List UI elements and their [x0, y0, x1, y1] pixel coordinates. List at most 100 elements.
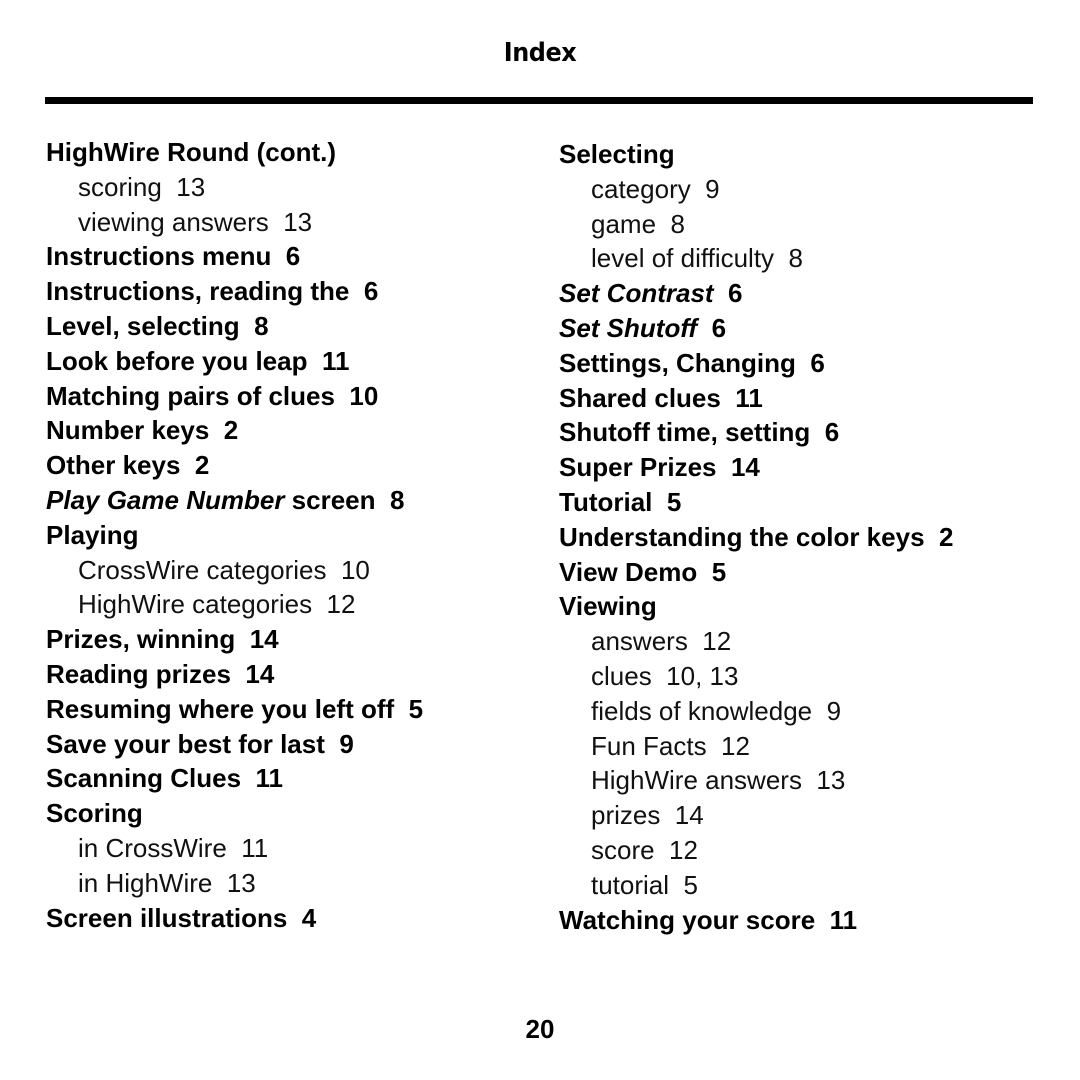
index-subentry: game 8 — [559, 207, 953, 242]
entry-page-ref: 6 — [713, 278, 743, 309]
index-entry: Matching pairs of clues 10 — [46, 379, 423, 414]
index-subentry: level of difficulty 8 — [559, 241, 953, 276]
index-entry: Save your best for last 9 — [46, 727, 423, 762]
entry-italic-term: Play Game Number — [46, 484, 285, 515]
entry-term: category — [591, 173, 691, 204]
entry-page-ref: 5 — [669, 869, 698, 900]
entry-page-ref: 6 — [271, 241, 301, 272]
header-rule — [45, 97, 1033, 104]
page-title: Index — [503, 38, 577, 68]
entry-page-ref: 8 — [656, 208, 685, 239]
entry-term: in HighWire — [78, 867, 213, 898]
entry-term: Resuming where you left off — [46, 693, 395, 724]
entry-term: Selecting — [559, 139, 675, 169]
index-column-left: HighWire Round (cont.) scoring 13 viewing … — [46, 135, 423, 935]
entry-term: View Demo — [559, 556, 698, 587]
index-entry: Settings, Changing 6 — [559, 346, 953, 381]
entry-term: in CrossWire — [78, 832, 227, 863]
entry-page-ref: 13 — [212, 867, 256, 898]
index-entry: Reading prizes 14 — [46, 657, 423, 692]
entry-page-ref: 10 — [334, 380, 379, 411]
entry-page-ref: 12 — [654, 834, 698, 865]
entry-term: Fun Facts — [591, 730, 707, 761]
index-entry: Prizes, winning 14 — [46, 622, 423, 657]
entry-page-ref: 8 — [774, 243, 803, 274]
entry-page-ref: 2 — [180, 450, 210, 481]
index-subentry: scoring 13 — [46, 170, 423, 205]
entry-page-ref: 11 — [720, 382, 763, 413]
entry-term: Save your best for last — [46, 728, 325, 759]
index-entry: Instructions, reading the 6 — [46, 274, 423, 309]
index-subentry: answers 12 — [559, 624, 953, 659]
entry-page-ref: 11 — [241, 763, 283, 794]
entry-term: fields of knowledge — [591, 695, 813, 726]
index-subentry: score 12 — [559, 833, 953, 868]
index-entry: Set Shutoff 6 — [559, 311, 953, 346]
entry-term: score — [591, 834, 655, 865]
entry-term: Level, selecting — [46, 310, 240, 341]
entry-term: Number keys — [46, 415, 210, 446]
index-entry: Scanning Clues 11 — [46, 761, 423, 796]
entry-term: tutorial — [591, 869, 670, 900]
entry-term: Shared clues — [559, 382, 721, 413]
entry-term: Scanning Clues — [46, 763, 242, 794]
entry-term: answers — [591, 626, 688, 657]
index-entry: Playing — [46, 518, 423, 553]
index-entry: Watching your score 11 — [559, 903, 953, 938]
entry-term: Super Prizes — [559, 452, 717, 483]
entry-page-ref: 11 — [226, 832, 269, 863]
entry-term: Settings, Changing — [559, 347, 796, 378]
entry-term: prizes — [591, 800, 661, 831]
index-subentry: clues 10, 13 — [559, 659, 953, 694]
entry-term: Playing — [46, 519, 139, 550]
index-entry: Level, selecting 8 — [46, 309, 423, 344]
entry-page-ref: 5 — [697, 556, 727, 587]
index-subentry: Fun Facts 12 — [559, 729, 953, 764]
index-entry: Resuming where you left off 5 — [46, 692, 423, 727]
entry-page-ref: 12 — [706, 730, 750, 761]
entry-term: Shutoff time, setting — [559, 417, 811, 448]
index-subentry: viewing answers 13 — [46, 205, 423, 240]
entry-term: viewing answers — [78, 206, 269, 237]
index-subentry: fields of knowledge 9 — [559, 694, 953, 729]
entry-page-ref: 10, 13 — [651, 660, 739, 691]
entry-term: Screen illustrations — [46, 902, 288, 933]
entry-term: Tutorial — [559, 486, 653, 517]
entry-page-ref: 6 — [697, 312, 727, 343]
entry-page-ref: 2 — [924, 521, 954, 552]
index-entry: Other keys 2 — [46, 448, 423, 483]
entry-term: Instructions menu — [46, 241, 272, 272]
entry-term: game — [591, 208, 657, 239]
index-entry: Play Game Number screen 8 — [46, 483, 423, 518]
entry-page-ref: 4 — [287, 902, 317, 933]
entry-term: screen — [284, 484, 376, 515]
index-entry: Understanding the color keys 2 — [559, 520, 953, 555]
entry-term: Reading prizes — [46, 658, 231, 689]
entry-italic-term: Set Contrast — [559, 278, 714, 309]
entry-term: Other keys — [46, 450, 181, 481]
index-subentry: HighWire categories 12 — [46, 587, 423, 622]
index-entry: Number keys 2 — [46, 413, 423, 448]
entry-term: Viewing — [559, 591, 657, 622]
index-entry: Look before you leap 11 — [46, 344, 423, 379]
entry-term: CrossWire categories — [78, 554, 327, 585]
entry-term: Watching your score — [559, 904, 816, 935]
entry-term: HighWire Round (cont.) — [46, 137, 337, 167]
entry-page-ref: 6 — [795, 347, 825, 378]
index-subentry: in CrossWire 11 — [46, 831, 423, 866]
index-entry: View Demo 5 — [559, 555, 953, 590]
entry-page-ref: 13 — [801, 765, 846, 796]
entry-term: Scoring — [46, 798, 143, 829]
entry-page-ref: 12 — [312, 589, 356, 620]
entry-italic-term: Set Shutoff — [559, 312, 698, 343]
index-subentry: prizes 14 — [559, 798, 953, 833]
entry-term: Understanding the color keys — [559, 521, 925, 552]
index-entry: Instructions menu 6 — [46, 239, 423, 274]
entry-term: Look before you leap — [46, 345, 308, 376]
index-subentry: category 9 — [559, 172, 953, 207]
entry-term: level of difficulty — [591, 243, 775, 274]
index-entry: Selecting — [559, 137, 953, 172]
index-subentry: CrossWire categories 10 — [46, 553, 423, 588]
entry-term: clues — [591, 660, 652, 691]
entry-page-ref: 14 — [716, 452, 760, 483]
